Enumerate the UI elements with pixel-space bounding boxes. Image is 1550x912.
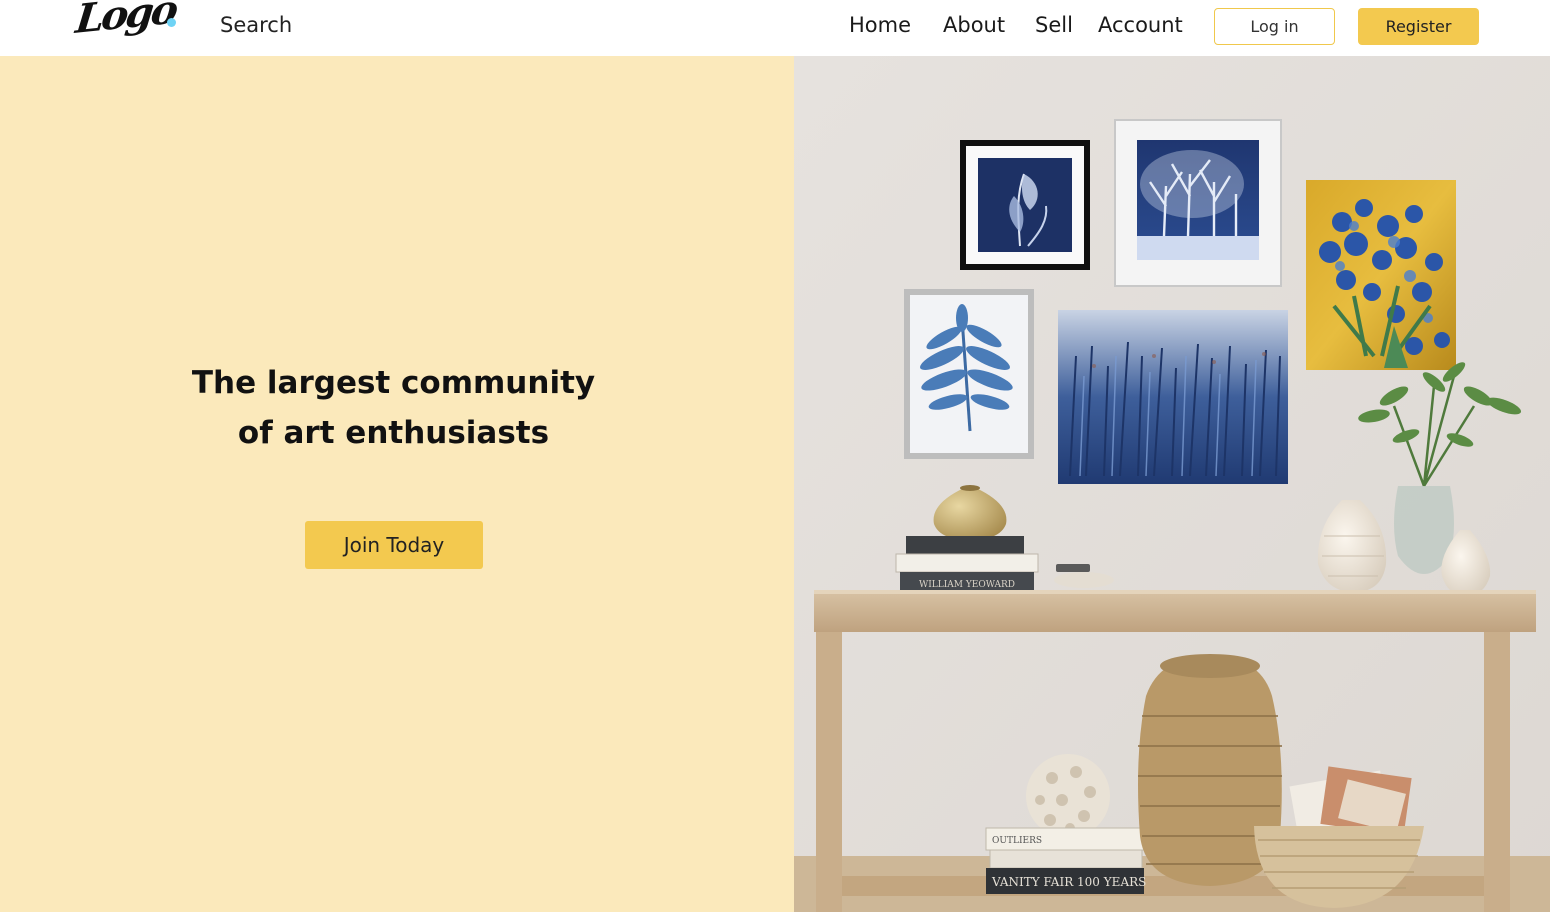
book-spine-middle: OUTLIERS — [992, 836, 1042, 846]
nav-sell-link[interactable]: Sell — [1035, 13, 1073, 37]
stacked-books-on-table: WILLIAM YEOWARD — [895, 536, 1039, 594]
book-spine-upper: WILLIAM YEOWARD — [919, 580, 1015, 590]
hero-headline-line-2: of art enthusiasts — [237, 415, 550, 451]
register-button[interactable]: Register — [1358, 8, 1479, 45]
book-spine-lower: VANITY FAIR 100 YEARS — [991, 875, 1146, 889]
top-navigation-bar: Logo Search Home About Sell Account Log … — [0, 0, 1550, 56]
painting-abstract-field — [1058, 310, 1288, 484]
framed-print-winter-trees — [1114, 119, 1282, 287]
framed-print-calla-lily — [960, 140, 1090, 270]
logo-dot-icon — [167, 18, 176, 27]
hero-panel: The largest community of art enthusiasts… — [0, 56, 794, 912]
logo-wordmark: Logo — [73, 0, 178, 43]
hero-headline-line-1: The largest community — [191, 365, 596, 401]
nav-home-link[interactable]: Home — [849, 13, 911, 37]
search-link[interactable]: Search — [220, 13, 292, 37]
stacked-books-under-table: OUTLIERS VANITY FAIR 100 YEARS — [985, 827, 1146, 894]
logo[interactable]: Logo — [73, 0, 180, 50]
login-button[interactable]: Log in — [1214, 8, 1335, 45]
nav-about-link[interactable]: About — [943, 13, 1005, 37]
painting-irises — [1306, 180, 1456, 370]
hero-image: WILLIAM YEOWARD OUTLIERS VANITY FAIR 100… — [794, 56, 1550, 912]
framed-print-fern — [904, 289, 1034, 459]
join-today-button[interactable]: Join Today — [305, 521, 483, 569]
gallery-wall-illustration: WILLIAM YEOWARD OUTLIERS VANITY FAIR 100… — [794, 56, 1550, 912]
hero-headline: The largest community of art enthusiasts — [0, 358, 787, 458]
coral-sphere-decor — [1026, 754, 1110, 838]
nav-account-link[interactable]: Account — [1098, 13, 1183, 37]
